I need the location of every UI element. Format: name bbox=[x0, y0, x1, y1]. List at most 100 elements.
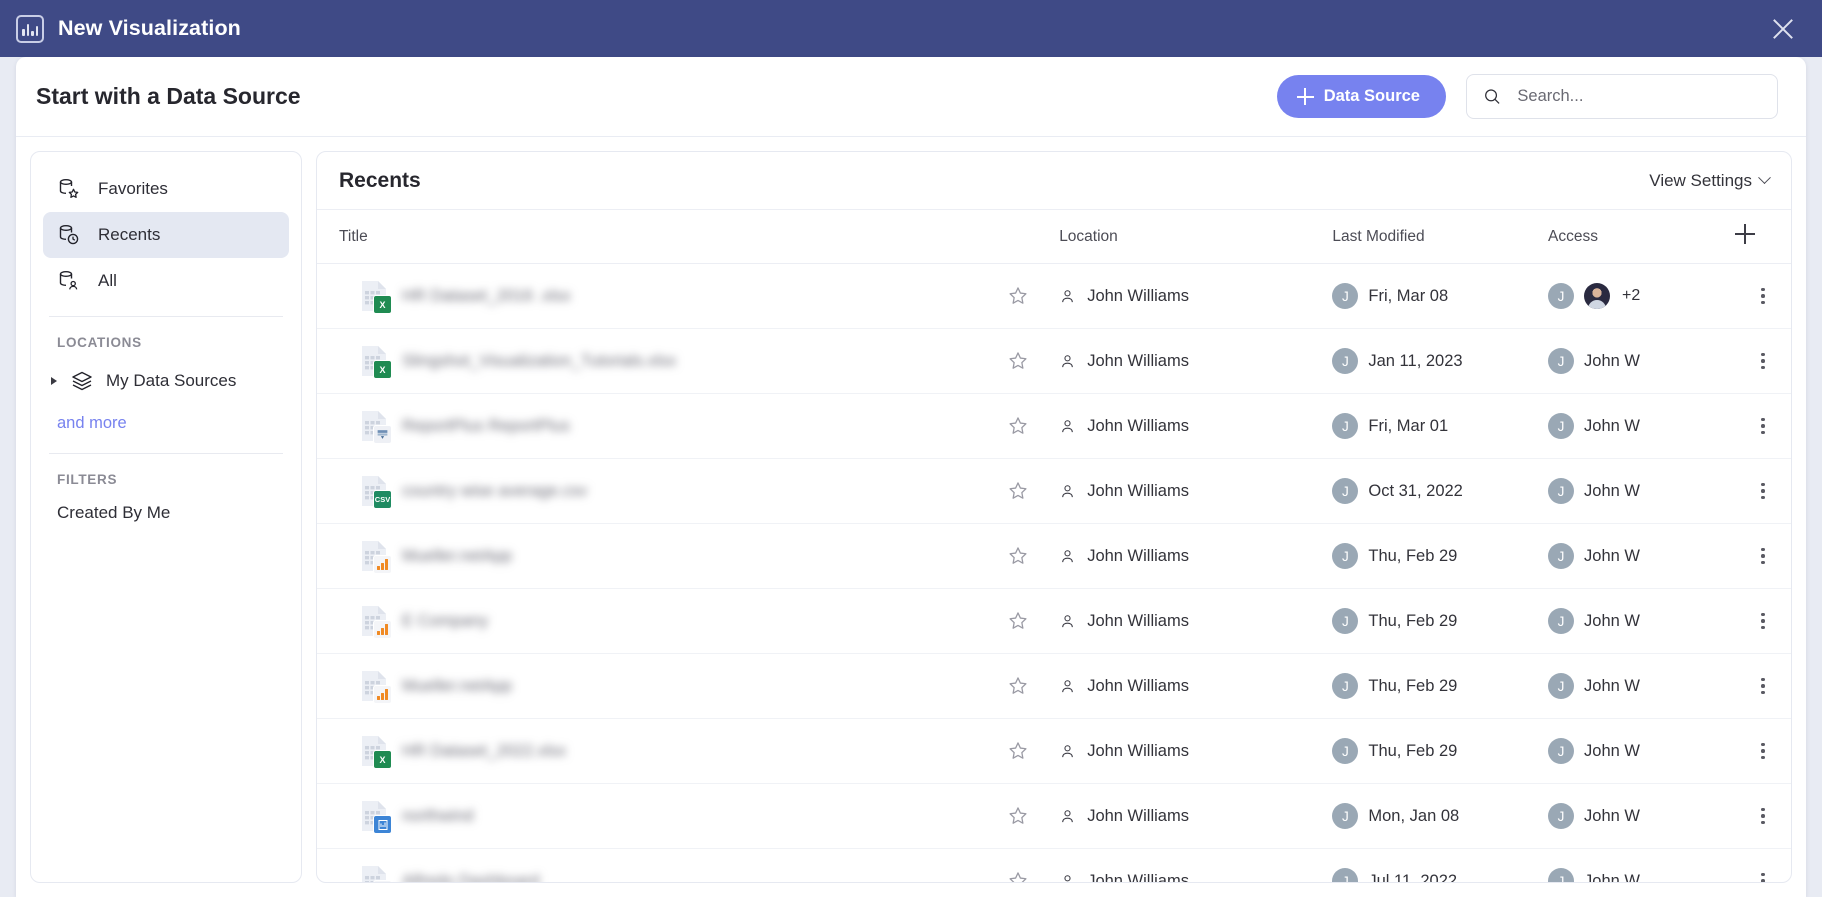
table-row[interactable]: X Slingshot_Visualization_Tutorials.xlsx… bbox=[317, 328, 1791, 394]
cell-row-menu[interactable] bbox=[1735, 393, 1791, 459]
column-header-access[interactable]: Access bbox=[1548, 210, 1735, 264]
view-settings-button[interactable]: View Settings bbox=[1649, 171, 1771, 191]
kebab-icon[interactable] bbox=[1735, 287, 1791, 305]
star-icon[interactable] bbox=[1007, 870, 1029, 882]
table-row[interactable]: X HR Dataset_2016 .xlsx John Williams JF… bbox=[317, 263, 1791, 329]
star-icon[interactable] bbox=[1007, 285, 1029, 307]
cell-access[interactable]: J John W bbox=[1548, 458, 1735, 524]
access-name: John W bbox=[1584, 481, 1640, 500]
close-icon[interactable] bbox=[1766, 12, 1800, 46]
cell-access[interactable]: J John W bbox=[1548, 393, 1735, 459]
sidebar-item-my-data-sources[interactable]: My Data Sources bbox=[43, 360, 289, 402]
table-row[interactable]: ReportPlus ReportPlus John Williams J Fri… bbox=[317, 393, 1791, 459]
table-row[interactable]: Alfredo Dashboard John Williams J Jul 11,… bbox=[317, 848, 1791, 882]
column-header-title[interactable]: Title bbox=[317, 210, 1008, 264]
cell-access[interactable]: J John W bbox=[1548, 523, 1735, 589]
kebab-icon[interactable] bbox=[1735, 677, 1791, 695]
cell-access[interactable]: J +2 bbox=[1548, 263, 1735, 329]
file-icon bbox=[361, 605, 392, 639]
sidebar-item-favorites[interactable]: Favorites bbox=[43, 166, 289, 212]
sidebar: Favorites Recents All LOCATIONS My Data … bbox=[30, 151, 302, 883]
cell-row-menu[interactable] bbox=[1735, 848, 1791, 882]
sidebar-item-all[interactable]: All bbox=[43, 258, 289, 304]
kebab-icon[interactable] bbox=[1735, 742, 1791, 760]
cell-row-menu[interactable] bbox=[1735, 588, 1791, 654]
kebab-icon[interactable] bbox=[1735, 547, 1791, 565]
kebab-icon[interactable] bbox=[1735, 482, 1791, 500]
cell-title[interactable]: Mueller.netApp bbox=[317, 653, 1008, 719]
cell-favorite[interactable] bbox=[1007, 328, 1060, 394]
table-row[interactable]: Mueller.netApp John Williams J Thu, Feb 2… bbox=[317, 653, 1791, 719]
cell-favorite[interactable] bbox=[1007, 848, 1060, 882]
kebab-icon[interactable] bbox=[1735, 612, 1791, 630]
cell-favorite[interactable] bbox=[1007, 783, 1060, 849]
cell-last-modified: J Thu, Feb 29 bbox=[1332, 653, 1549, 719]
star-icon[interactable] bbox=[1007, 805, 1029, 827]
cell-favorite[interactable] bbox=[1007, 263, 1060, 329]
table-scroll-area[interactable]: Title Location Last Modified Access X HR… bbox=[317, 210, 1791, 882]
star-icon[interactable] bbox=[1007, 350, 1029, 372]
cell-row-menu[interactable] bbox=[1735, 653, 1791, 719]
cell-title[interactable]: Mueller.netApp bbox=[317, 523, 1008, 589]
search-box[interactable] bbox=[1466, 74, 1778, 119]
database-badge-icon bbox=[373, 425, 392, 444]
cell-title[interactable]: ReportPlus ReportPlus bbox=[317, 393, 1008, 459]
table-row[interactable]: X HR Dataset_2022.xlsx John Williams J Th… bbox=[317, 718, 1791, 784]
cell-favorite[interactable] bbox=[1007, 718, 1060, 784]
cell-row-menu[interactable] bbox=[1735, 263, 1791, 329]
avatar bbox=[1584, 283, 1611, 309]
table-row[interactable]: E Company John Williams J Thu, Feb 29 J Jo… bbox=[317, 588, 1791, 654]
cell-title[interactable]: X HR Dataset_2022.xlsx bbox=[317, 718, 1008, 784]
sidebar-item-recents[interactable]: Recents bbox=[43, 212, 289, 258]
cell-row-menu[interactable] bbox=[1735, 458, 1791, 524]
filter-created-by-me[interactable]: Created By Me bbox=[43, 497, 289, 529]
column-header-location[interactable]: Location bbox=[1059, 210, 1333, 264]
star-icon[interactable] bbox=[1007, 740, 1029, 762]
cell-title[interactable]: CSV country wise average.csv bbox=[317, 458, 1008, 524]
kebab-icon[interactable] bbox=[1735, 872, 1791, 882]
cell-row-menu[interactable] bbox=[1735, 328, 1791, 394]
cell-access[interactable]: J John W bbox=[1548, 718, 1735, 784]
panel-body: Favorites Recents All LOCATIONS My Data … bbox=[16, 137, 1806, 897]
content-title: Recents bbox=[339, 168, 421, 192]
table-row[interactable]: Mueller.netApp John Williams J Thu, Feb 2… bbox=[317, 523, 1791, 589]
cell-favorite[interactable] bbox=[1007, 393, 1060, 459]
cell-access[interactable]: J John W bbox=[1548, 653, 1735, 719]
add-column-icon[interactable] bbox=[1735, 224, 1755, 244]
star-icon[interactable] bbox=[1007, 415, 1029, 437]
cell-favorite[interactable] bbox=[1007, 458, 1060, 524]
table-row[interactable]: northwind John Williams J Mon, Jan 08 J Jo… bbox=[317, 783, 1791, 849]
cell-favorite[interactable] bbox=[1007, 523, 1060, 589]
content-header: Recents View Settings bbox=[317, 152, 1791, 210]
column-header-last-modified[interactable]: Last Modified bbox=[1332, 210, 1549, 264]
cell-access[interactable]: J John W bbox=[1548, 328, 1735, 394]
cell-favorite[interactable] bbox=[1007, 588, 1060, 654]
cell-title[interactable]: X HR Dataset_2016 .xlsx bbox=[317, 263, 1008, 329]
cell-title[interactable]: northwind bbox=[317, 783, 1008, 849]
file-icon: CSV bbox=[361, 475, 392, 509]
star-icon[interactable] bbox=[1007, 545, 1029, 567]
add-data-source-button[interactable]: Data Source bbox=[1276, 75, 1446, 118]
search-input[interactable] bbox=[1517, 87, 1761, 106]
cell-title[interactable]: X Slingshot_Visualization_Tutorials.xlsx bbox=[317, 328, 1008, 394]
file-title: ReportPlus ReportPlus bbox=[402, 416, 570, 435]
kebab-icon[interactable] bbox=[1735, 807, 1791, 825]
cell-title[interactable]: E Company bbox=[317, 588, 1008, 654]
cell-access[interactable]: J John W bbox=[1548, 783, 1735, 849]
table-row[interactable]: CSV country wise average.csv John Willia… bbox=[317, 458, 1791, 524]
star-icon[interactable] bbox=[1007, 610, 1029, 632]
cell-title[interactable]: Alfredo Dashboard bbox=[317, 848, 1008, 882]
cell-row-menu[interactable] bbox=[1735, 783, 1791, 849]
and-more-link[interactable]: and more bbox=[43, 402, 289, 441]
avatar: J bbox=[1548, 868, 1575, 882]
kebab-icon[interactable] bbox=[1735, 417, 1791, 435]
star-icon[interactable] bbox=[1007, 480, 1029, 502]
cell-favorite[interactable] bbox=[1007, 653, 1060, 719]
cell-access[interactable]: J John W bbox=[1548, 588, 1735, 654]
cell-row-menu[interactable] bbox=[1735, 718, 1791, 784]
cell-access[interactable]: J John W bbox=[1548, 848, 1735, 882]
cell-row-menu[interactable] bbox=[1735, 523, 1791, 589]
expand-triangle-icon[interactable] bbox=[51, 377, 58, 385]
star-icon[interactable] bbox=[1007, 675, 1029, 697]
kebab-icon[interactable] bbox=[1735, 352, 1791, 370]
